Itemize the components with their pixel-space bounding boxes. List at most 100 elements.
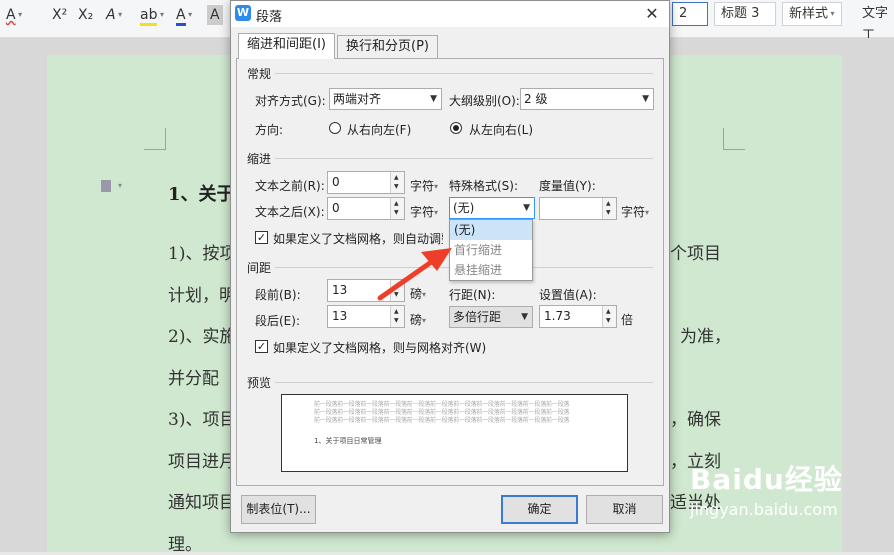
grid-align-checkbox[interactable]: ✓ [255, 340, 268, 353]
spin-up-icon[interactable]: ▲ [394, 175, 399, 181]
cancel-button[interactable]: 取消 [586, 495, 663, 524]
measure-label: 度量值(Y): [539, 179, 596, 193]
paragraph-menu-icon[interactable] [101, 180, 111, 192]
doc-line: 1)、按项 [168, 244, 237, 264]
font-color-button[interactable]: A ▾ [176, 4, 192, 26]
tab-indent-spacing[interactable]: 缩进和间距(I) [238, 33, 335, 59]
style-heading-3-label: 标题 3 [721, 6, 760, 21]
ltr-label[interactable]: 从左向右(L) [469, 121, 533, 138]
spin-down-icon[interactable]: ▼ [394, 318, 399, 324]
dropdown-option-none[interactable]: (无) [450, 220, 532, 240]
section-indent: 缩进 [247, 152, 272, 166]
spin-down-icon[interactable]: ▼ [394, 184, 399, 190]
char-shading-button[interactable]: A [207, 5, 223, 25]
unit-label: 字符 [621, 205, 646, 219]
spin-buttons[interactable]: ▲ ▼ [602, 306, 616, 327]
chevron-down-icon: ▾ [185, 10, 193, 19]
spin-buttons[interactable]: ▲ ▼ [602, 198, 616, 219]
space-before-value: 13 [332, 283, 348, 297]
style-heading-2[interactable]: 2 [672, 2, 708, 26]
space-after-spinner[interactable]: 13 ▲ ▼ [327, 305, 405, 328]
doc-line-fragment: 为准， [680, 327, 731, 347]
rtl-label[interactable]: 从右向左(F) [347, 121, 411, 138]
spin-down-icon[interactable]: ▼ [606, 318, 611, 324]
chevron-down-icon: ▾ [118, 181, 123, 190]
alignment-select[interactable]: 两端对齐 ▼ [329, 88, 442, 110]
spin-buttons[interactable]: ▲ ▼ [390, 280, 404, 301]
ltr-radio[interactable] [450, 122, 462, 134]
space-before-unit[interactable]: 磅▾ [410, 285, 426, 302]
special-format-select[interactable]: (无) ▼ [449, 197, 535, 219]
ok-button[interactable]: 确定 [501, 495, 578, 524]
indent-after-label: 文本之后(X): [255, 205, 325, 219]
outline-level-select[interactable]: 2 级 ▼ [520, 88, 654, 110]
style-new[interactable]: 新样式 ▾ [782, 2, 842, 26]
close-icon: ✕ [645, 4, 659, 23]
spin-down-icon[interactable]: ▼ [394, 292, 399, 298]
indent-after-unit[interactable]: 字符▾ [410, 203, 438, 220]
spin-up-icon[interactable]: ▲ [394, 201, 399, 207]
auto-adjust-label[interactable]: 如果定义了文档网格，则自动调整 [273, 230, 443, 247]
spin-buttons[interactable]: ▲ ▼ [390, 198, 404, 219]
font-effect-button[interactable]: A ▾ [6, 4, 22, 26]
subscript-button[interactable]: X₂ [78, 4, 93, 26]
highlight-label: ab [140, 7, 158, 26]
dropdown-option-hanging[interactable]: 悬挂缩进 [450, 260, 532, 280]
indent-before-unit[interactable]: 字符▾ [410, 177, 438, 194]
highlight-button[interactable]: ab ▾ [140, 4, 164, 26]
text-effect-label: A [106, 7, 116, 23]
space-before-spinner[interactable]: 13 ▲ ▼ [327, 279, 405, 302]
doc-line: 2)、实施 [168, 327, 237, 347]
indent-after-spinner[interactable]: 0 ▲ ▼ [327, 197, 405, 220]
grid-align-label[interactable]: 如果定义了文档网格，则与网格对齐(W) [273, 339, 486, 356]
spin-up-icon[interactable]: ▲ [394, 283, 399, 289]
style-heading-3[interactable]: 标题 3 [714, 2, 776, 26]
text-effect-button[interactable]: A ▾ [106, 4, 122, 26]
spin-buttons[interactable]: ▲ ▼ [390, 306, 404, 327]
text-tools-button[interactable]: 文字工 [862, 3, 894, 43]
rtl-radio[interactable] [329, 122, 341, 134]
doc-line: 项目进月 [168, 452, 236, 472]
doc-line: 理。 [168, 535, 202, 555]
superscript-button[interactable]: X² [52, 4, 67, 26]
dropdown-option-first-line[interactable]: 首行缩进 [450, 240, 532, 260]
line-spacing-select[interactable]: 多倍行距 ▼ [449, 306, 533, 328]
chevron-down-icon: ▾ [828, 9, 835, 18]
line-spacing-label: 行距(N): [449, 288, 496, 302]
indent-before-spinner[interactable]: 0 ▲ ▼ [327, 171, 405, 194]
dropdown-arrow-icon: ▼ [523, 203, 530, 213]
font-effect-label: A [6, 7, 16, 23]
space-before-label: 段前(B): [255, 288, 301, 302]
outline-level-value: 2 级 [524, 92, 548, 106]
space-after-unit[interactable]: 磅▾ [410, 311, 426, 328]
measure-spinner[interactable]: ▲ ▼ [539, 197, 617, 220]
spin-buttons[interactable]: ▲ ▼ [390, 172, 404, 193]
spin-down-icon[interactable]: ▼ [606, 210, 611, 216]
chevron-down-icon: ▾ [422, 316, 427, 325]
doc-line: 3)、项目 [168, 410, 237, 430]
spin-up-icon[interactable]: ▲ [394, 309, 399, 315]
page-corner-mark [723, 128, 745, 150]
spin-up-icon[interactable]: ▲ [606, 309, 611, 315]
outline-level-label: 大纲级别(O): [449, 94, 520, 108]
spin-up-icon[interactable]: ▲ [606, 201, 611, 207]
setting-value-spinner[interactable]: 1.73 ▲ ▼ [539, 305, 617, 328]
chevron-down-icon: ▾ [434, 182, 439, 191]
tab-line-page-breaks[interactable]: 换行和分页(P) [337, 35, 438, 59]
direction-label: 方向: [255, 123, 284, 137]
doc-line-fragment: 个项目 [670, 244, 721, 264]
close-button[interactable]: ✕ [639, 2, 665, 26]
measure-unit[interactable]: 字符▾ [621, 203, 649, 220]
doc-heading: 1、关于 [168, 184, 235, 205]
doc-line: 并分配 [168, 369, 219, 389]
dialog-titlebar[interactable]: W 段落 ✕ [231, 1, 669, 27]
tab-stops-button[interactable]: 制表位(T)... [241, 495, 316, 524]
preview-sample-text: 1、关于项目日常管理 [314, 437, 382, 445]
spin-down-icon[interactable]: ▼ [394, 210, 399, 216]
preview-filler-line: 前一段落前一段落前一段落前一段落前一段落前一段落前一段落前一段落前一段落前一段落… [314, 417, 570, 424]
section-divider [275, 73, 653, 74]
baidu-watermark: Baidu经验 jingyan.baidu.com [690, 458, 843, 519]
chevron-down-icon: ▾ [15, 10, 23, 19]
auto-adjust-checkbox[interactable]: ✓ [255, 231, 268, 244]
special-format-label: 特殊格式(S): [449, 179, 519, 193]
